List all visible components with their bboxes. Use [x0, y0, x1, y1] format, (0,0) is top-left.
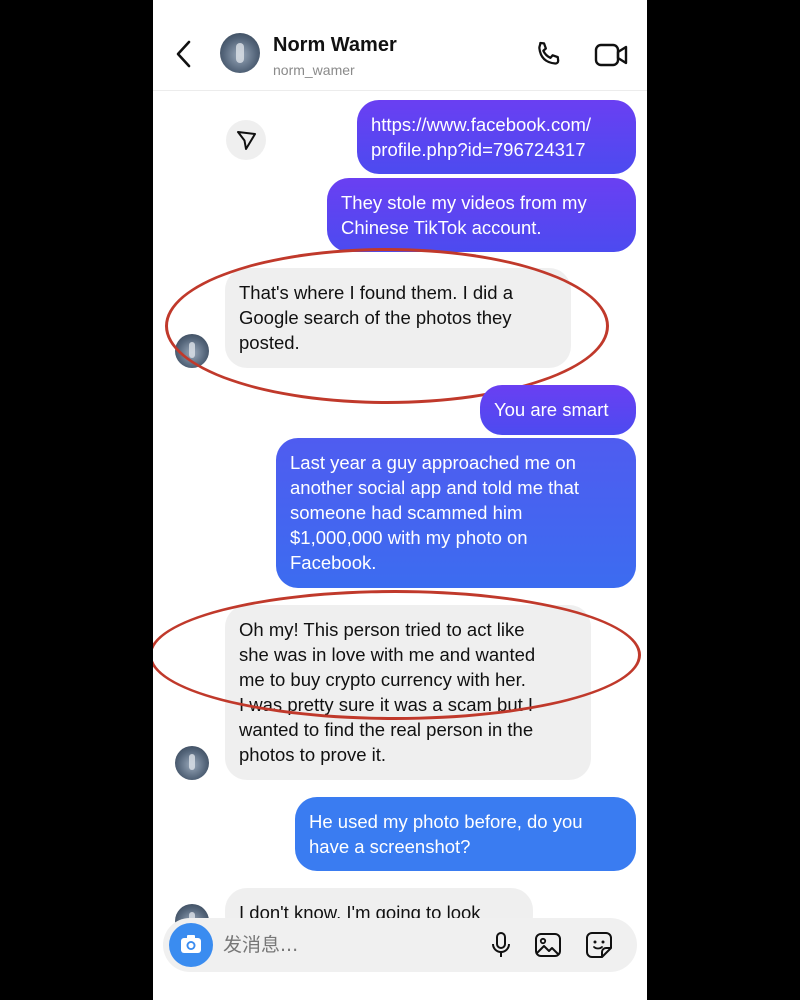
- highlight-circle: [165, 248, 609, 404]
- message-input[interactable]: [223, 930, 463, 960]
- video-camera-icon[interactable]: [593, 38, 629, 72]
- contact-avatar[interactable]: [220, 33, 260, 73]
- outgoing-message-bubble[interactable]: https://www.facebook.com/ profile.php?id…: [357, 100, 636, 174]
- phone-icon[interactable]: [531, 38, 565, 72]
- sticker-icon[interactable]: [584, 930, 614, 960]
- contact-avatar-small: [175, 746, 209, 780]
- camera-icon[interactable]: [169, 923, 213, 967]
- contact-name[interactable]: Norm Wamer: [273, 34, 397, 57]
- message-composer: [163, 918, 637, 972]
- share-icon[interactable]: [226, 120, 266, 160]
- outgoing-message-bubble[interactable]: He used my photo before, do you have a s…: [295, 797, 636, 871]
- chat-header: Norm Wamer norm_wamer: [153, 0, 647, 91]
- outgoing-message-bubble[interactable]: You are smart: [480, 385, 636, 435]
- contact-handle: norm_wamer: [273, 62, 355, 78]
- microphone-icon[interactable]: [486, 930, 516, 960]
- chat-screen: Norm Wamer norm_wamer https://www.facebo…: [153, 0, 647, 1000]
- back-arrow-icon[interactable]: [173, 38, 197, 70]
- outgoing-message-bubble[interactable]: Last year a guy approached me on another…: [276, 438, 636, 588]
- gallery-icon[interactable]: [533, 930, 563, 960]
- outgoing-message-bubble[interactable]: They stole my videos from my Chinese Tik…: [327, 178, 636, 252]
- highlight-circle: [153, 590, 641, 720]
